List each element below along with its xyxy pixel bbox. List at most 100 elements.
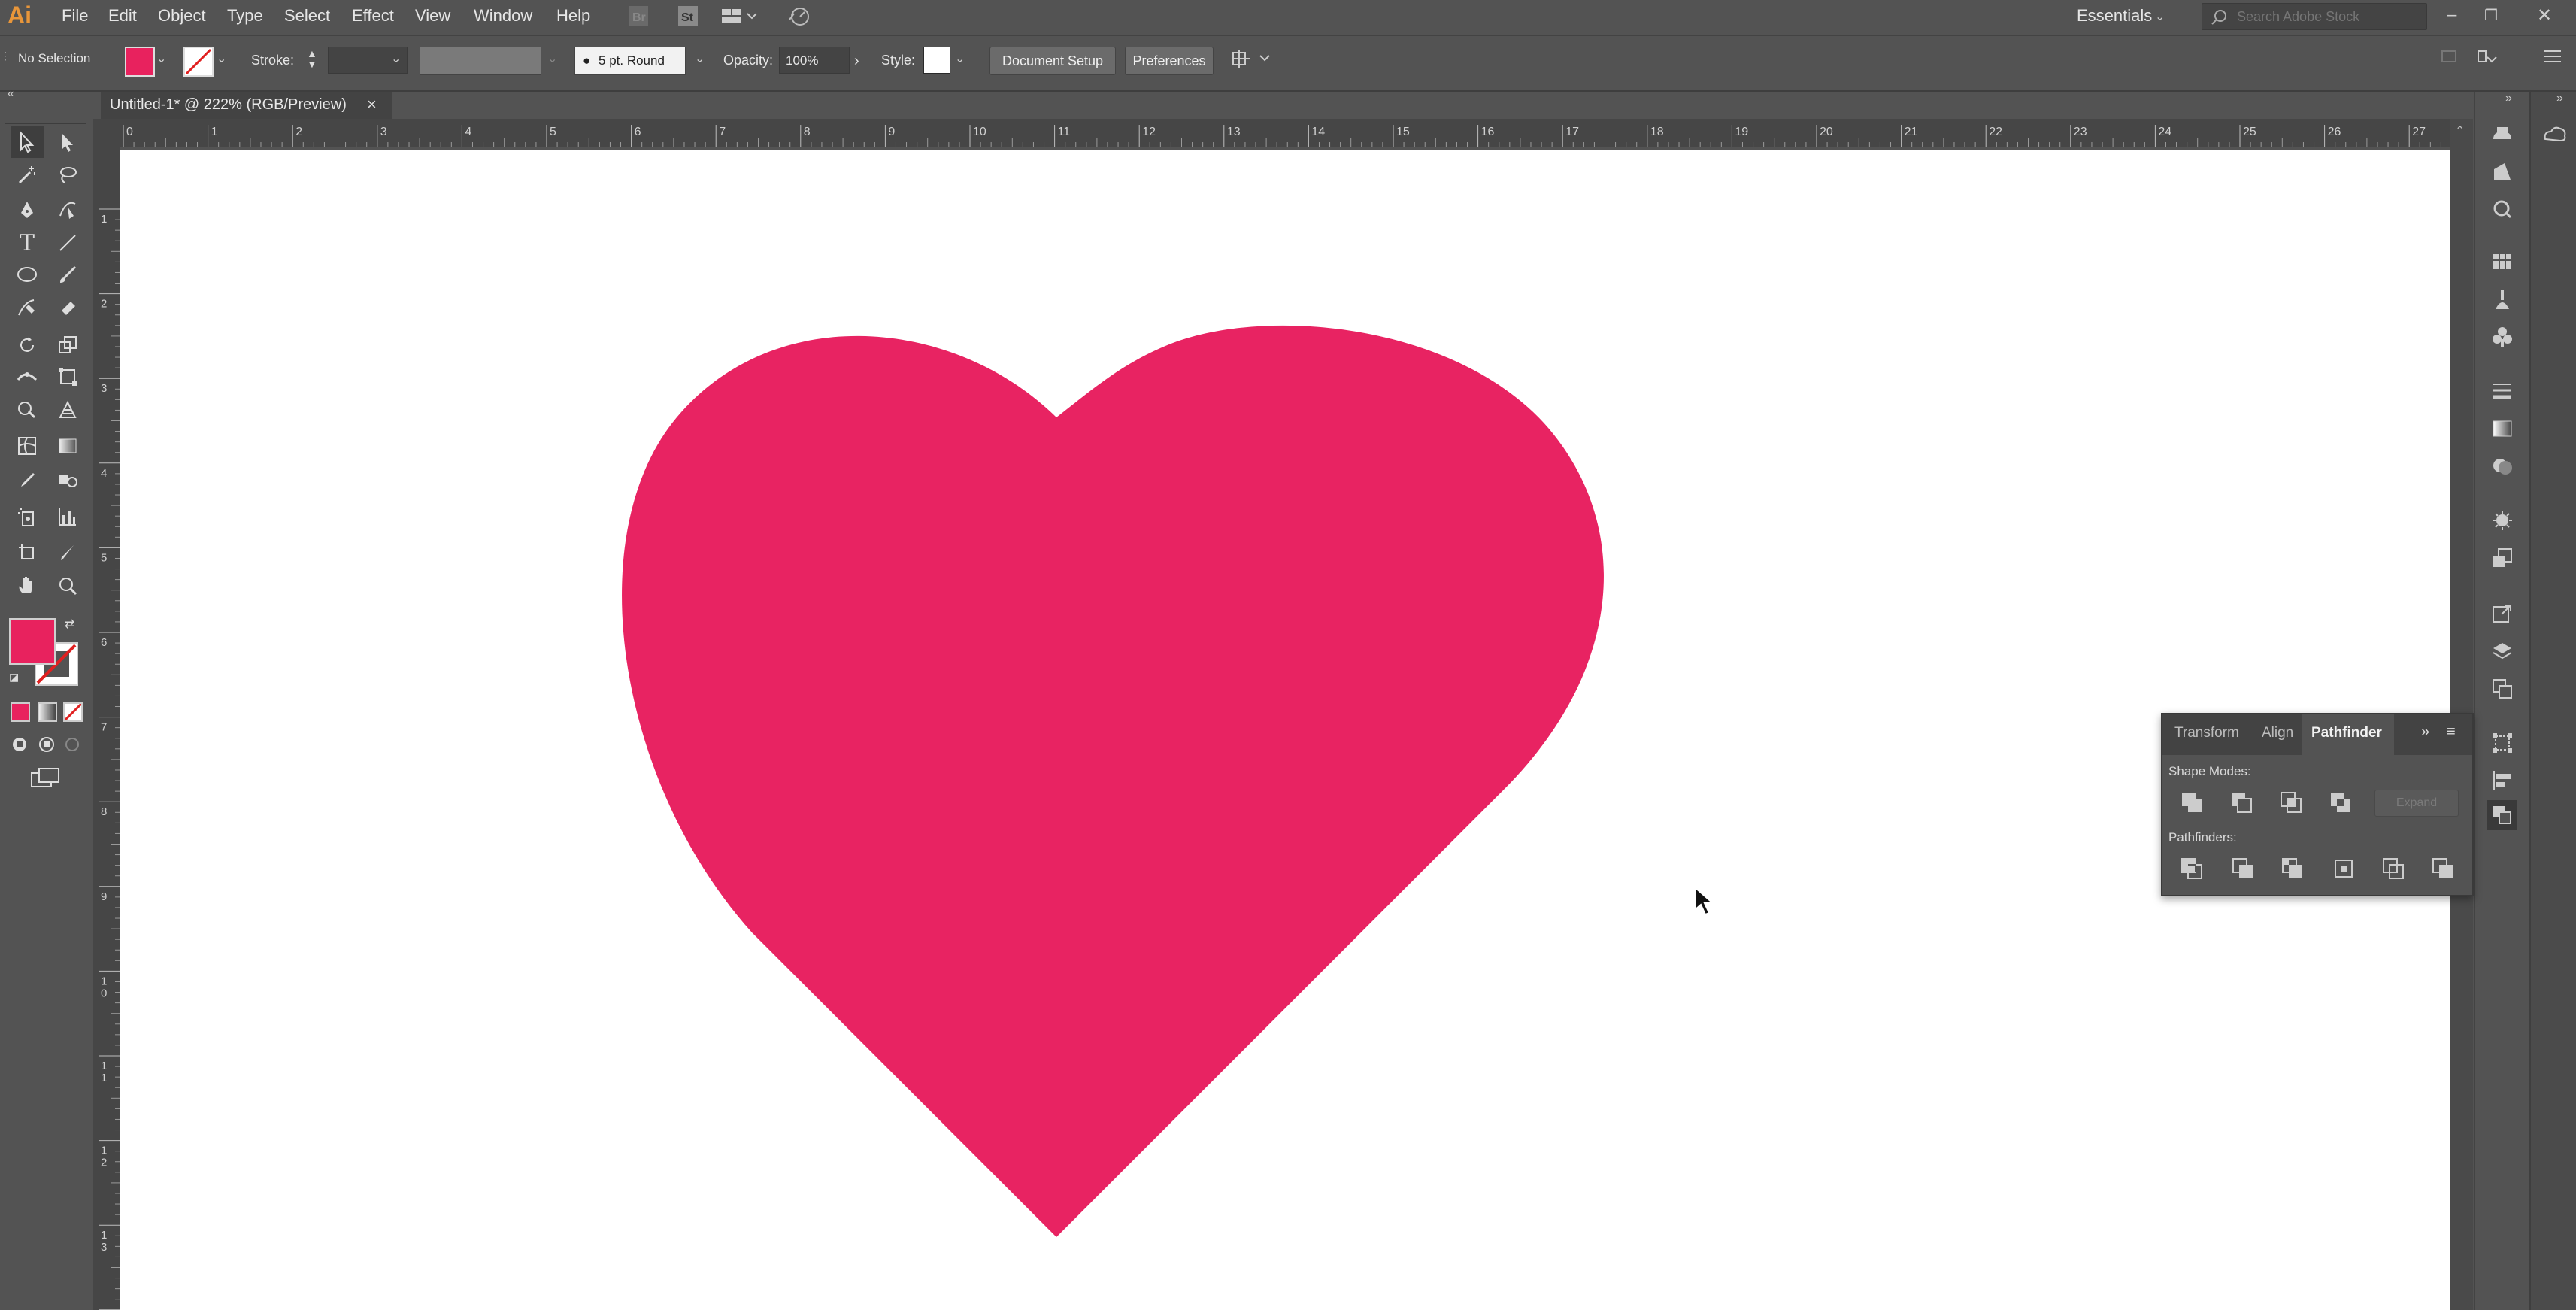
tab-pathfinder[interactable]: Pathfinder — [2311, 725, 2382, 741]
document-tab-title[interactable]: Untitled-1* @ 222% (RGB/Preview) — [110, 96, 347, 114]
artboards-icon[interactable] — [2487, 674, 2517, 704]
export-assets-icon[interactable] — [2487, 599, 2517, 629]
style-dropdown-icon[interactable]: ⌄ — [955, 51, 965, 66]
arrange-documents-icon[interactable] — [720, 5, 758, 27]
menu-file[interactable]: File — [62, 6, 88, 26]
menu-view[interactable]: View — [415, 6, 450, 26]
blend-tool-icon[interactable] — [51, 465, 84, 496]
tab-transform[interactable]: Transform — [2174, 725, 2239, 741]
line-tool-icon[interactable] — [51, 227, 84, 259]
hand-tool-icon[interactable] — [11, 570, 44, 602]
mesh-tool-icon[interactable] — [11, 430, 44, 462]
workspace-switcher[interactable]: Essentials — [2077, 6, 2152, 26]
collapse-dock2-icon[interactable]: » — [2556, 92, 2563, 105]
draw-behind-icon[interactable] — [38, 735, 56, 754]
horizontal-ruler[interactable]: 0 1 2 3 4 5 6 7 8 9 10 11 12 13 14 15 16 17 18 19 20 21 22 23 24… — [93, 119, 2450, 148]
paintbrush-tool-icon[interactable] — [51, 259, 84, 290]
collapse-dock-icon[interactable]: » — [2505, 92, 2512, 105]
vertical-ruler[interactable]: 123456789101112131 — [93, 147, 121, 1310]
crop-icon[interactable] — [2332, 857, 2355, 880]
rotate-tool-icon[interactable] — [11, 329, 44, 361]
close-window-icon[interactable]: ✕ — [2537, 5, 2552, 26]
stroke-panel-icon[interactable] — [2487, 376, 2517, 406]
opacity-arrow-icon[interactable]: › — [854, 53, 859, 70]
stroke-label[interactable]: Stroke: — [251, 53, 294, 68]
menu-effect[interactable]: Effect — [352, 6, 394, 26]
minus-back-icon[interactable] — [2432, 857, 2454, 880]
brushes-icon[interactable] — [2487, 284, 2517, 314]
graphic-style-swatch[interactable] — [923, 47, 950, 74]
swap-fill-stroke-icon[interactable]: ⇄ — [65, 617, 74, 632]
menu-window[interactable]: Window — [474, 6, 532, 26]
stroke-stepper-icon[interactable]: ▲ ▼ — [307, 48, 317, 69]
stroke-swatch[interactable] — [183, 47, 214, 77]
perspective-grid-tool-icon[interactable] — [51, 394, 84, 426]
menu-object[interactable]: Object — [158, 6, 206, 26]
intersect-icon[interactable] — [2280, 791, 2302, 814]
none-mode-icon[interactable] — [63, 702, 83, 722]
screen-mode-icon[interactable] — [30, 766, 63, 791]
eraser-tool-icon[interactable] — [51, 292, 84, 323]
collapse-toolbar-icon[interactable]: « — [8, 87, 14, 101]
direct-selection-tool-icon[interactable] — [51, 126, 84, 158]
exclude-icon[interactable] — [2329, 791, 2352, 814]
stock-search-input[interactable] — [2235, 7, 2419, 26]
artboard[interactable] — [120, 150, 2450, 1310]
transform-panel-icon[interactable] — [2487, 728, 2517, 758]
tab-align[interactable]: Align — [2262, 725, 2293, 741]
fill-color-front[interactable] — [9, 618, 56, 665]
free-transform-tool-icon[interactable] — [51, 361, 84, 393]
document-setup-button[interactable]: Document Setup — [989, 47, 1116, 75]
pen-tool-icon[interactable] — [11, 194, 44, 226]
menu-type[interactable]: Type — [227, 6, 263, 26]
artboard-tool-icon[interactable] — [11, 537, 44, 569]
color-mode-icon[interactable] — [11, 702, 30, 722]
panel-layout-icons[interactable] — [2439, 47, 2567, 69]
align-panel-icon[interactable] — [2487, 766, 2517, 796]
symbol-sprayer-tool-icon[interactable] — [11, 501, 44, 532]
heart-shape[interactable] — [622, 325, 1604, 1237]
gradient-mode-icon[interactable] — [38, 702, 57, 722]
stock-search[interactable] — [2202, 3, 2427, 30]
eyedropper-tool-icon[interactable] — [11, 465, 44, 496]
trim-icon[interactable] — [2232, 857, 2254, 880]
merge-icon[interactable] — [2281, 857, 2304, 880]
gpu-performance-icon[interactable] — [785, 5, 815, 27]
menu-help[interactable]: Help — [556, 6, 590, 26]
curvature-tool-icon[interactable] — [51, 194, 84, 226]
gradient-tool-icon[interactable] — [51, 430, 84, 462]
draw-normal-icon[interactable] — [11, 735, 29, 754]
properties-icon[interactable] — [2487, 156, 2517, 186]
column-graph-tool-icon[interactable] — [51, 501, 84, 532]
fill-swatch[interactable] — [125, 47, 155, 77]
libraries-icon[interactable] — [2487, 119, 2517, 149]
draw-inside-icon[interactable] — [63, 735, 81, 754]
stroke-weight-dropdown-icon[interactable]: ⌄ — [391, 51, 401, 66]
symbols-icon[interactable] — [2487, 322, 2517, 352]
shaper-tool-icon[interactable] — [11, 292, 44, 323]
unite-icon[interactable] — [2181, 791, 2203, 814]
menu-select[interactable]: Select — [284, 6, 330, 26]
panel-menu-icon[interactable]: ≡ — [2447, 723, 2456, 741]
arrange-icon[interactable] — [1230, 48, 1275, 71]
swatches-icon[interactable] — [2487, 247, 2517, 277]
brush-definition[interactable]: ● 5 pt. Round — [574, 47, 686, 75]
profile-dropdown-icon[interactable]: ⌄ — [547, 51, 557, 66]
canvas-area[interactable] — [120, 147, 2450, 1310]
panel-grip-icon[interactable]: ⋮ — [0, 50, 11, 62]
type-tool-icon[interactable]: T — [11, 227, 44, 259]
variable-width-profile[interactable] — [420, 47, 541, 75]
stock-icon[interactable]: St — [677, 5, 699, 27]
navigator-icon[interactable] — [2487, 194, 2517, 224]
menu-edit[interactable]: Edit — [108, 6, 137, 26]
creative-cloud-icon[interactable] — [2540, 119, 2570, 149]
brush-dropdown-icon[interactable]: ⌄ — [695, 51, 705, 66]
stroke-dropdown-icon[interactable]: ⌄ — [217, 51, 226, 66]
expand-button[interactable]: Expand — [2374, 790, 2459, 817]
slice-tool-icon[interactable] — [51, 537, 84, 569]
graphic-styles-icon[interactable] — [2487, 543, 2517, 573]
appearance-icon[interactable] — [2487, 505, 2517, 535]
shape-builder-tool-icon[interactable] — [11, 394, 44, 426]
scale-tool-icon[interactable] — [51, 329, 84, 361]
lasso-tool-icon[interactable] — [51, 159, 84, 191]
